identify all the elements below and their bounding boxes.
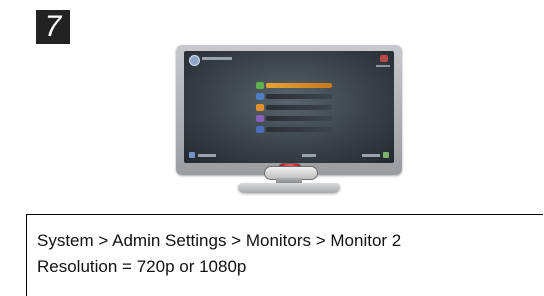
back-label-placeholder: [198, 154, 216, 157]
status-text-placeholder: [376, 65, 390, 67]
next-icon: [383, 152, 389, 158]
status-icon: [380, 55, 388, 62]
purple-icon: [256, 115, 264, 122]
center-label-placeholder: [302, 154, 316, 157]
next-label-placeholder: [362, 154, 380, 157]
blue-icon: [256, 126, 264, 133]
monitor-stand-base: [238, 183, 340, 193]
green-icon: [256, 82, 264, 89]
orange-icon: [256, 104, 264, 111]
menu-item-bar: [266, 83, 332, 88]
resolution-setting: Resolution = 720p or 1080p: [37, 257, 247, 276]
monitor-screen: [184, 51, 394, 163]
menu-item-bar: [266, 116, 332, 121]
menu-item-bar: [266, 94, 332, 99]
instruction-box: System > Admin Settings > Monitors > Mon…: [26, 214, 543, 296]
logo-icon: [189, 55, 200, 66]
monitor-illustration: [176, 45, 402, 175]
screen-title-placeholder: [202, 57, 232, 60]
step-number-badge: 7: [36, 10, 70, 44]
menu-item-bar: [266, 127, 332, 132]
back-icon: [189, 152, 195, 158]
settings-path: System > Admin Settings > Monitors > Mon…: [37, 231, 402, 250]
blue-icon: [256, 93, 264, 100]
menu-item-bar: [266, 105, 332, 110]
